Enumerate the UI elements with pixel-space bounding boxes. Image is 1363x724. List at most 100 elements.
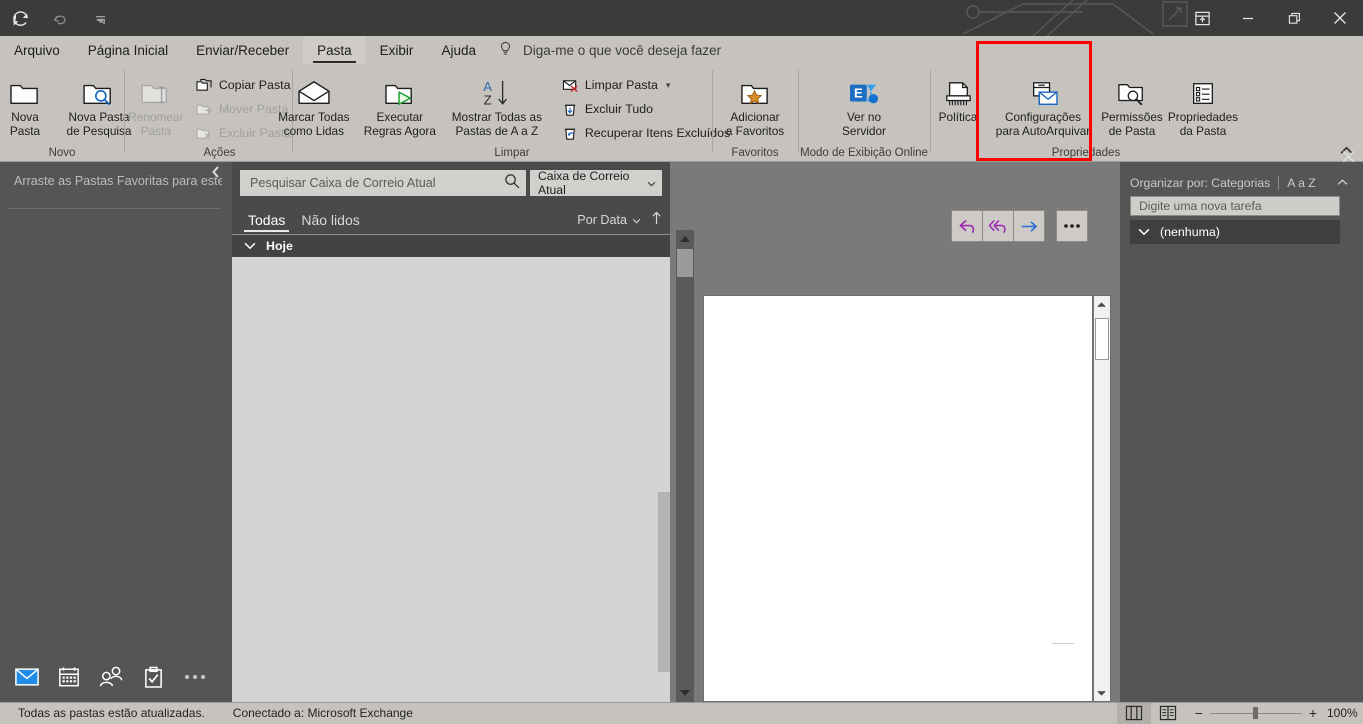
message-list-scrollbar[interactable] [676,230,694,702]
scrollbar-thumb[interactable] [677,249,693,277]
chevron-up-icon[interactable] [1337,178,1348,189]
ribbon-group-favoritos: Adicionar a Favoritos Favoritos [713,64,797,162]
minimize-icon[interactable] [1225,0,1271,36]
chevron-down-icon [244,239,256,253]
reading-pane-scrollbar[interactable] [1094,295,1111,702]
ribbon-group-acoes: Renomear Pasta Copiar Pasta Mover Pasta … [125,64,291,162]
reading-pane-scrollbar-thumb[interactable] [1095,318,1109,360]
new-folder-icon [9,74,41,108]
zoom-level-label[interactable]: 100% [1327,706,1363,720]
search-row: Pesquisar Caixa de Correio Atual Caixa d… [240,169,662,197]
close-icon[interactable] [1317,0,1363,36]
tab-pasta[interactable]: Pasta [303,36,366,64]
button-label: Configurações para AutoArquivar [995,110,1091,138]
filter-tab-todas[interactable]: Todas [240,212,293,232]
task-group-row[interactable]: (nenhuma) [1130,220,1340,244]
normal-view-button[interactable] [1116,702,1151,724]
zoom-slider[interactable]: − + [1185,705,1327,721]
undo-icon[interactable] [40,5,80,35]
title-bar [0,0,1363,36]
run-rules-now-button[interactable]: Executar Regras Agora [358,70,442,138]
more-actions-button[interactable] [1056,210,1088,242]
delete-all-button[interactable]: Excluir Tudo [558,98,734,120]
zoom-out-button[interactable]: − [1195,705,1203,721]
reading-pane-actions [951,210,1088,242]
scroll-up-button[interactable] [676,230,694,248]
search-scope-dropdown[interactable]: Caixa de Correio Atual [530,169,662,197]
nav-tasks-icon[interactable] [132,657,174,697]
tell-me-search[interactable]: Diga-me o que você deseja fazer [498,36,721,64]
reading-pane-content-rule [1052,643,1074,644]
view-on-server-button[interactable]: E Ver no Servidor [799,70,929,138]
policy-icon [943,74,973,108]
tab-enviar-receber[interactable]: Enviar/Receber [182,36,303,64]
recover-deleted-items-button[interactable]: Recuperar Itens Excluídos [558,122,734,144]
message-group-header-hoje[interactable]: Hoje [232,235,670,257]
zoom-track[interactable] [1209,707,1302,719]
folder-properties-button[interactable]: Propriedades da Pasta [1166,70,1240,138]
scroll-down-button[interactable] [676,684,694,702]
mark-all-read-button[interactable]: Marcar Todas como Lidas [270,70,358,138]
chevron-down-icon[interactable]: ▾ [666,80,671,91]
copy-folder-icon [196,77,213,94]
search-input[interactable]: Pesquisar Caixa de Correio Atual [240,170,526,196]
zoom-in-button[interactable]: + [1309,705,1317,721]
button-label: Política [938,110,978,124]
reply-button-group [951,210,1045,242]
rename-folder-button[interactable]: Renomear Pasta [120,70,192,138]
sort-by-dropdown[interactable]: Por Data [577,213,641,227]
reply-all-button[interactable] [982,210,1014,242]
clean-up-folder-button[interactable]: Limpar Pasta ▾ [558,74,734,96]
nav-more-icon[interactable] [174,657,216,697]
add-to-favorites-button[interactable]: Adicionar a Favoritos [713,70,797,138]
zoom-thumb[interactable] [1252,707,1258,719]
tab-arquivo[interactable]: Arquivo [0,36,74,64]
sort-folders-az-button[interactable]: A Z Mostrar Todas as Pastas de A a Z [442,70,552,138]
module-navigation-bar [0,652,232,702]
restore-icon[interactable] [1271,0,1317,36]
tab-exibir[interactable]: Exibir [366,36,428,64]
sort-folders-az-icon: A Z [477,74,517,108]
nav-calendar-icon[interactable] [48,657,90,697]
message-filter-row: Todas Não lidos Por Data [240,204,670,232]
reading-view-button[interactable] [1151,702,1185,724]
nav-people-icon[interactable] [90,657,132,697]
folder-properties-icon [1189,74,1217,108]
nav-mail-icon[interactable] [6,657,48,697]
send-receive-all-icon[interactable] [0,5,40,35]
filter-tab-nao-lidos[interactable]: Não lidos [293,212,367,232]
ribbon-group-novo: Nova Pasta Nova Pasta de Pesquisa Novo [0,64,131,162]
group-title: Favoritos [731,147,779,159]
close-icon[interactable] [1342,150,1355,167]
task-pane: Organizar por: Categorias A a Z Digite u… [1120,150,1363,702]
button-label: Propriedades da Pasta [1167,110,1239,138]
search-scope-value: Caixa de Correio Atual [538,169,630,197]
mark-all-read-icon [297,74,331,108]
reply-button[interactable] [951,210,983,242]
chevron-down-icon [1138,225,1150,239]
new-search-folder-icon [82,74,116,108]
autoarchive-settings-button[interactable]: Configurações para AutoArquivar [988,70,1098,138]
arrow-up-icon[interactable] [651,211,662,228]
reading-pane-scroll-down[interactable] [1094,684,1109,701]
tab-pagina-inicial[interactable]: Página Inicial [74,36,182,64]
search-icon[interactable] [504,173,520,194]
customize-qat-icon[interactable] [80,5,120,35]
new-task-placeholder: Digite uma nova tarefa [1139,199,1262,213]
reading-pane-scroll-up[interactable] [1094,296,1109,313]
new-folder-button[interactable]: Nova Pasta [0,70,62,138]
sync-status-label: Todas as pastas estão atualizadas. [18,706,205,720]
task-pane-arrange-by[interactable]: Organizar por: Categorias A a Z [1130,174,1348,192]
quick-access-toolbar [0,0,120,36]
ribbon-display-options-icon[interactable] [1179,0,1225,36]
favorites-divider [8,208,220,209]
policy-button[interactable]: Política [928,70,988,125]
new-task-input[interactable]: Digite uma nova tarefa [1130,196,1340,216]
group-title: Novo [48,147,76,159]
sort-az-label[interactable]: A a Z [1278,176,1316,190]
forward-button[interactable] [1013,210,1045,242]
folder-permissions-button[interactable]: Permissões de Pasta [1098,70,1166,138]
button-label: Marcar Todas como Lidas [278,110,350,138]
tab-ajuda[interactable]: Ajuda [427,36,490,64]
message-list-inner-scrollbar[interactable] [658,492,670,672]
